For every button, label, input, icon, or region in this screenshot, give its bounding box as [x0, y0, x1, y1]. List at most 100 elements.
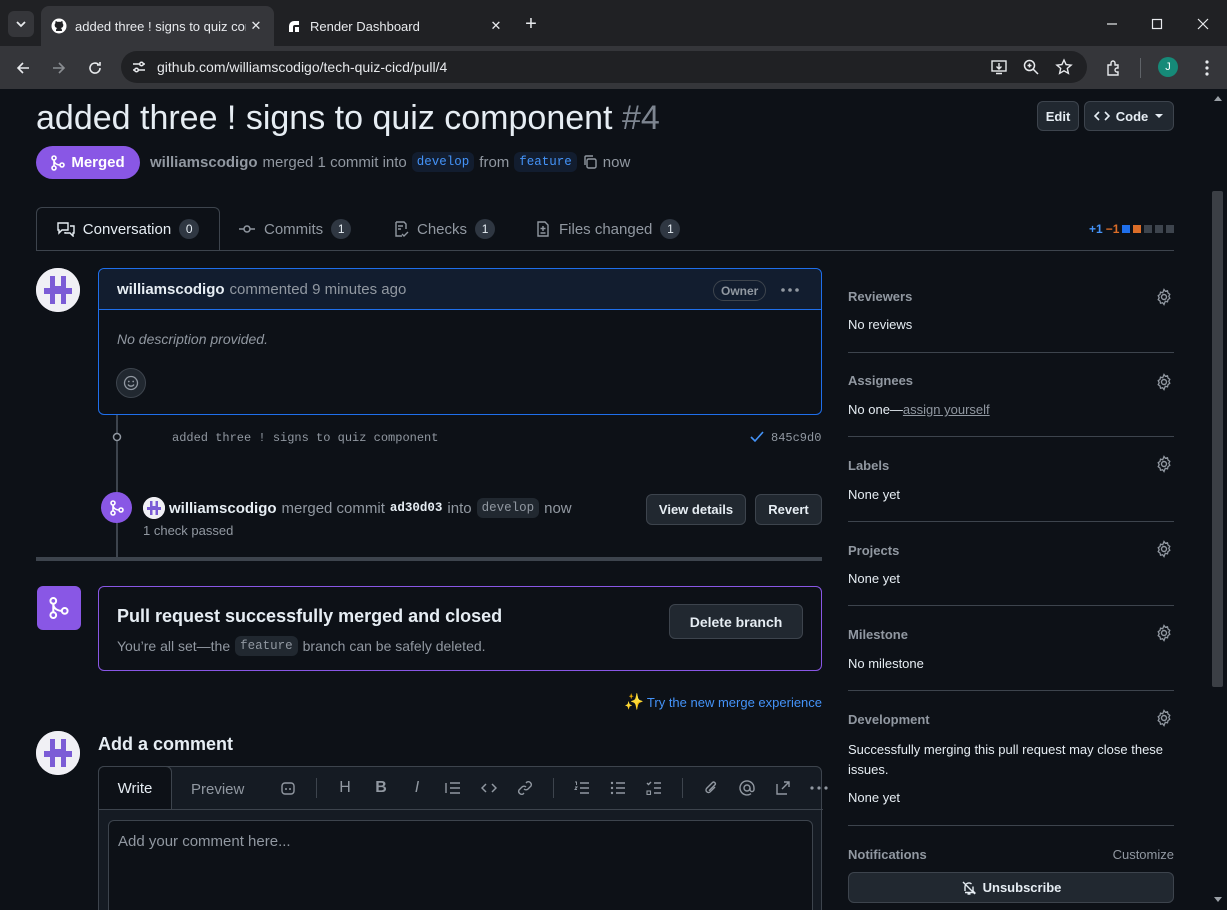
labels-heading[interactable]: Labels	[848, 458, 1174, 473]
customize-link[interactable]: Customize	[1113, 847, 1174, 862]
git-commit-icon	[239, 225, 255, 233]
back-button[interactable]	[10, 55, 36, 81]
view-details-button[interactable]: View details	[646, 494, 746, 525]
tab-checks[interactable]: Checks 1	[393, 207, 496, 251]
scrollbar-thumb[interactable]	[1212, 191, 1223, 687]
code-icon[interactable]	[471, 781, 507, 795]
gear-icon[interactable]	[1155, 455, 1173, 473]
projects-heading[interactable]: Projects	[848, 543, 1174, 558]
assign-yourself-link[interactable]: assign yourself	[903, 402, 990, 417]
tab-conversation[interactable]: Conversation 0	[36, 207, 220, 251]
ordered-list-icon[interactable]	[564, 781, 600, 795]
site-settings-icon[interactable]	[130, 58, 148, 76]
bold-icon[interactable]: B	[363, 779, 399, 797]
commit-sha-link[interactable]: 845c9d0	[771, 431, 821, 445]
new-merge-experience-link[interactable]: ✨ Try the new merge experience	[624, 692, 822, 712]
merge-commit-sha[interactable]: ad30d03	[390, 501, 443, 515]
browser-tab-github[interactable]: added three ! signs to quiz com ✕	[41, 6, 274, 46]
commit-message-link[interactable]: added three ! signs to quiz component	[172, 431, 438, 445]
bookmark-star-icon[interactable]	[1055, 58, 1073, 76]
deletable-branch[interactable]: feature	[235, 636, 298, 656]
unordered-list-icon[interactable]	[600, 781, 636, 795]
merge-author-link[interactable]: williamscodigo	[169, 500, 277, 517]
write-tab[interactable]: Write	[98, 766, 172, 810]
minimize-button[interactable]	[1097, 10, 1127, 38]
gear-icon[interactable]	[1155, 288, 1173, 306]
reviewers-heading[interactable]: Reviewers	[848, 289, 1174, 304]
heading-icon[interactable]: H	[327, 779, 363, 797]
head-branch[interactable]: feature	[514, 152, 577, 172]
install-app-icon[interactable]	[990, 58, 1008, 76]
extensions-icon[interactable]	[1101, 55, 1127, 81]
paperclip-icon[interactable]	[693, 780, 729, 796]
check-icon[interactable]	[750, 431, 764, 443]
tab-files-changed[interactable]: Files changed 1	[535, 207, 681, 251]
comment-textarea[interactable]: Add your comment here...	[108, 820, 813, 910]
zoom-icon[interactable]	[1022, 58, 1040, 76]
avatar[interactable]	[143, 497, 165, 519]
forward-button[interactable]	[46, 55, 72, 81]
add-reaction-button[interactable]	[116, 368, 146, 398]
scroll-down-icon[interactable]	[1214, 897, 1222, 903]
gear-icon[interactable]	[1155, 540, 1173, 558]
milestone-heading[interactable]: Milestone	[848, 627, 1174, 642]
code-dropdown-button[interactable]: Code	[1084, 101, 1174, 131]
new-merge-label: Try the new merge experience	[646, 694, 823, 710]
avatar[interactable]	[36, 268, 80, 312]
gear-icon[interactable]	[1155, 709, 1173, 727]
window-close-button[interactable]	[1188, 10, 1218, 38]
close-icon[interactable]: ✕	[246, 16, 266, 36]
edit-title-button[interactable]: Edit	[1037, 101, 1079, 131]
kebab-horizontal-icon[interactable]	[781, 288, 799, 292]
mention-icon[interactable]	[729, 779, 765, 797]
diffstat-block	[1122, 225, 1131, 233]
maximize-button[interactable]	[1142, 10, 1172, 38]
cross-reference-icon[interactable]	[765, 780, 801, 796]
deletions-count: −1	[1105, 222, 1120, 236]
diffstat: +1 −1	[1089, 222, 1175, 236]
pr-author-link[interactable]: williamscodigo	[150, 154, 258, 171]
merge-action: merged commit	[281, 499, 385, 517]
copilot-icon[interactable]	[270, 780, 306, 796]
merge-icon	[109, 499, 124, 516]
browser-menu-icon[interactable]	[1194, 55, 1220, 81]
address-bar[interactable]: github.com/williamscodigo/tech-quiz-cicd…	[121, 51, 1087, 83]
labels-value: None yet	[848, 487, 901, 502]
merge-branch[interactable]: develop	[476, 498, 540, 518]
gear-icon[interactable]	[1155, 624, 1173, 642]
quote-icon[interactable]	[435, 781, 471, 795]
toolbar-separator	[682, 778, 683, 798]
assignees-heading[interactable]: Assignees	[848, 373, 1174, 388]
task-list-icon[interactable]	[636, 781, 672, 795]
browser-tab-render[interactable]: Render Dashboard ✕	[276, 6, 514, 46]
development-heading[interactable]: Development	[848, 712, 1174, 727]
tab-search-button[interactable]	[8, 11, 34, 37]
avatar[interactable]	[36, 731, 80, 775]
merge-into: into	[447, 499, 472, 517]
tab-counter: 0	[179, 219, 200, 239]
code-label: Code	[1115, 108, 1149, 124]
page-scrollbar[interactable]	[1210, 89, 1227, 910]
tab-commits[interactable]: Commits 1	[238, 207, 352, 251]
revert-button[interactable]: Revert	[755, 494, 822, 525]
reload-button[interactable]	[82, 55, 108, 81]
bell-slash-icon	[962, 881, 976, 895]
new-tab-button[interactable]: +	[520, 13, 542, 35]
kebab-horizontal-icon[interactable]	[801, 786, 837, 790]
italic-icon[interactable]: I	[399, 779, 435, 797]
tab-label: Files changed	[559, 220, 653, 238]
link-icon[interactable]	[507, 780, 543, 796]
comment-action[interactable]: commented 9 minutes ago	[230, 281, 407, 298]
preview-tab[interactable]: Preview	[191, 781, 244, 798]
unsubscribe-button[interactable]: Unsubscribe	[848, 872, 1174, 903]
scroll-up-icon[interactable]	[1214, 95, 1222, 101]
gear-icon[interactable]	[1155, 373, 1173, 391]
comment-author[interactable]: williamscodigo	[117, 281, 225, 298]
close-icon[interactable]: ✕	[486, 16, 506, 36]
copy-icon[interactable]	[582, 154, 598, 170]
page-content: added three ! signs to quiz component #4…	[0, 89, 1210, 910]
base-branch[interactable]: develop	[411, 152, 475, 172]
pr-meta: williamscodigo merged 1 commit into deve…	[150, 152, 630, 172]
profile-avatar[interactable]: J	[1158, 57, 1178, 77]
delete-branch-button[interactable]: Delete branch	[669, 604, 803, 639]
